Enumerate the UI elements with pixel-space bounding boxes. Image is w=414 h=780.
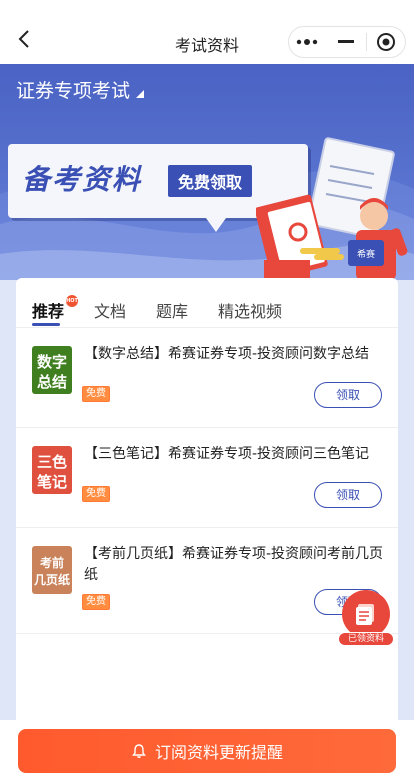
claim-button[interactable]: 领取 xyxy=(314,382,382,408)
list-item[interactable]: 三色 笔记 【三色笔记】希赛证券专项-投资顾问三色笔记 免费 领取 xyxy=(16,428,398,528)
close-button[interactable] xyxy=(367,27,405,57)
item-title: 【数字总结】希赛证券专项-投资顾问数字总结 xyxy=(84,346,370,362)
item-title: 【三色笔记】希赛证券专项-投资顾问三色笔记 xyxy=(84,446,370,462)
tab-label: 精选视频 xyxy=(218,302,283,321)
item-thumbnail: 考前 几页纸 xyxy=(32,546,72,594)
item-thumbnail: 数字 总结 xyxy=(32,346,72,394)
document-stack-icon xyxy=(342,590,390,638)
subscribe-update-button[interactable]: 订阅资料更新提醒 xyxy=(18,729,396,773)
list-item[interactable]: 数字 总结 【数字总结】希赛证券专项-投资顾问数字总结 免费 领取 xyxy=(16,328,398,428)
promo-banner: 证券专项考试 备考资料 免费领取 希赛 xyxy=(0,64,414,280)
free-badge: 免费 xyxy=(82,594,110,610)
claimed-materials-label: 已领资料 xyxy=(338,632,394,646)
item-thumbnail: 三色 笔记 xyxy=(32,446,72,494)
content-card: 推荐 HOT 文档 题库 精选视频 数字 总结 【数字总结】希赛证券专项-投资顾问… xyxy=(16,278,398,738)
tab-bar: 推荐 HOT 文档 题库 精选视频 xyxy=(16,278,398,328)
bottom-action-bar: 订阅资料更新提醒 xyxy=(0,720,414,780)
top-nav-bar: 考试资料 xyxy=(0,0,414,64)
mascot-illustration: 希赛 xyxy=(256,137,408,280)
tab-documents[interactable]: 文档 xyxy=(94,298,126,322)
claimed-materials-button[interactable]: 已领资料 xyxy=(338,590,394,650)
item-title: 【考前几页纸】希赛证券专项-投资顾问考前几页纸 xyxy=(84,546,384,583)
caret-down-icon xyxy=(136,90,145,98)
tab-recommended[interactable]: 推荐 HOT xyxy=(32,295,79,326)
tab-label: 文档 xyxy=(94,302,127,321)
tab-label: 推荐 xyxy=(32,302,65,321)
bell-icon xyxy=(131,743,147,759)
free-badge: 免费 xyxy=(82,386,110,402)
promo-free-tag: 免费领取 xyxy=(168,165,253,197)
tab-featured-videos[interactable]: 精选视频 xyxy=(218,298,282,322)
more-options-button[interactable] xyxy=(289,27,327,57)
mini-program-capsule xyxy=(288,26,406,58)
hot-badge: HOT xyxy=(66,295,79,307)
minimize-button[interactable] xyxy=(327,27,365,57)
tab-question-bank[interactable]: 题库 xyxy=(156,298,188,322)
minus-icon xyxy=(338,40,355,43)
more-dots-icon xyxy=(296,39,318,45)
mascot-sign-text: 希赛 xyxy=(357,248,375,260)
exam-selector[interactable]: 证券专项考试 xyxy=(16,76,145,103)
claim-button[interactable]: 领取 xyxy=(314,482,382,508)
free-badge: 免费 xyxy=(82,486,110,502)
promo-headline: 备考资料 xyxy=(22,163,143,196)
tab-label: 题库 xyxy=(156,302,189,321)
active-tab-indicator xyxy=(32,323,60,326)
subscribe-label: 订阅资料更新提醒 xyxy=(154,743,283,762)
exam-name: 证券专项考试 xyxy=(16,80,131,102)
target-close-icon xyxy=(376,33,395,51)
